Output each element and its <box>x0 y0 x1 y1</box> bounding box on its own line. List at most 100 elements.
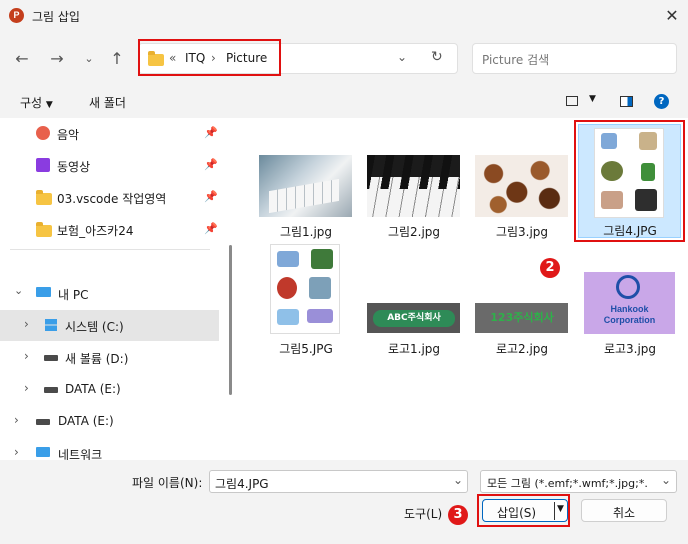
thumbnail-coffee <box>475 155 568 217</box>
logo-text: ABC주식회사 <box>373 310 455 327</box>
clipart-piece <box>601 191 623 209</box>
folder-icon <box>36 190 52 205</box>
sidebar-item-drive-e[interactable]: › DATA (E:) <box>0 374 220 404</box>
file-name: 로고3.jpg <box>603 342 657 356</box>
filetype-value: 모든 그림 (*.emf;*.wmf;*.jpg;*. <box>487 477 648 490</box>
computer-icon <box>36 287 51 297</box>
back-arrow-icon[interactable]: ← <box>11 48 33 70</box>
thumbnail-clipart-collage <box>594 128 664 218</box>
insert-dropdown-icon[interactable]: ▼ <box>557 504 564 514</box>
clipart-piece <box>601 133 617 149</box>
chevron-down-icon[interactable]: ⌄ <box>14 284 23 297</box>
file-name: 그림3.jpg <box>495 225 549 239</box>
filename-input[interactable]: 그림4.JPG ⌄ <box>209 470 468 493</box>
network-icon <box>36 447 50 457</box>
split-divider <box>554 502 555 520</box>
chevron-down-icon[interactable]: ⌄ <box>661 473 672 487</box>
sidebar-item-music[interactable]: 음악 📌 <box>0 118 220 148</box>
clipart-piece <box>635 189 657 211</box>
file-name: 그림1.jpg <box>279 225 333 239</box>
sidebar-item-label: DATA (E:) <box>65 382 121 396</box>
sidebar-item-label: 음악 <box>57 128 80 142</box>
chevron-right-icon[interactable]: › <box>14 445 19 459</box>
cancel-label: 취소 <box>612 506 636 520</box>
chevron-down-icon: ▼ <box>45 100 53 110</box>
forward-arrow-icon[interactable]: → <box>46 48 68 70</box>
clipart-piece <box>277 309 299 325</box>
pin-icon[interactable]: 📌 <box>204 222 218 235</box>
preview-pane-icon[interactable] <box>620 96 633 107</box>
pin-icon[interactable]: 📌 <box>204 126 218 139</box>
cancel-button[interactable]: 취소 <box>581 499 667 522</box>
sidebar-item-label: 새 볼륨 (D:) <box>65 352 129 366</box>
sidebar-item-label: 보험_아즈카24 <box>57 224 134 238</box>
file-item-4[interactable]: 그림4.JPG <box>578 124 681 238</box>
sidebar-scrollbar[interactable] <box>229 245 232 395</box>
windows-drive-icon <box>45 319 57 331</box>
search-input[interactable]: Picture 검색 <box>472 43 677 74</box>
close-icon[interactable]: ✕ <box>660 4 684 28</box>
clipart-piece <box>307 309 333 323</box>
pin-icon[interactable]: 📌 <box>204 158 218 171</box>
up-arrow-icon[interactable]: ↑ <box>106 48 128 70</box>
sidebar-item-data-e[interactable]: › DATA (E:) <box>0 406 220 436</box>
chevron-right-icon[interactable]: › <box>14 413 19 427</box>
drive-icon <box>44 355 58 361</box>
file-name: 그림5.JPG <box>279 342 333 356</box>
clipart-piece <box>639 132 657 150</box>
help-icon[interactable]: ? <box>654 94 669 109</box>
clipart-piece <box>311 249 333 269</box>
address-dropdown-icon[interactable]: ⌄ <box>397 50 407 64</box>
step-badge-3: 3 <box>448 505 468 525</box>
sidebar-item-insurance[interactable]: 보험_아즈카24 📌 <box>0 214 220 244</box>
refresh-icon[interactable]: ↻ <box>431 49 443 65</box>
address-highlight-box <box>138 39 281 76</box>
thumbnail-logo-abc: ABC주식회사 <box>367 303 460 333</box>
piano-black-keys <box>367 155 460 189</box>
file-name: 그림4.JPG <box>603 224 657 238</box>
sidebar-item-label: 03.vscode 작업영역 <box>57 192 167 206</box>
chevron-right-icon[interactable]: › <box>24 317 29 331</box>
chevron-right-icon[interactable]: › <box>24 349 29 363</box>
chevron-right-icon[interactable]: › <box>24 381 29 395</box>
insert-button[interactable]: 삽입(S) ▼ <box>482 499 568 522</box>
keyboard-keys <box>269 178 339 214</box>
clipart-piece <box>277 277 297 299</box>
chevron-down-icon[interactable]: ⌄ <box>453 473 463 487</box>
sidebar-item-label: 동영상 <box>57 160 91 174</box>
filename-value: 그림4.JPG <box>215 477 269 491</box>
organize-button[interactable]: 구성 ▼ <box>20 94 53 111</box>
new-folder-button[interactable]: 새 폴더 <box>89 94 126 111</box>
insert-label: 삽입(S) <box>497 506 537 520</box>
file-name: 로고1.jpg <box>387 342 441 356</box>
tools-button[interactable]: 도구(L) <box>404 505 442 522</box>
recent-chevron-icon[interactable]: ⌄ <box>78 48 100 70</box>
clipart-piece <box>641 163 655 181</box>
sidebar-item-vscode[interactable]: 03.vscode 작업영역 📌 <box>0 182 220 212</box>
video-icon <box>36 158 50 172</box>
divider <box>10 249 210 250</box>
step-badge-2: 2 <box>540 258 560 278</box>
navigation-pane: 음악 📌 동영상 📌 03.vscode 작업영역 📌 보험_아즈카24 📌 ⌄… <box>0 118 237 462</box>
clipart-piece <box>309 277 331 299</box>
view-dropdown-icon[interactable]: ▼ <box>589 94 596 104</box>
thumbnail-logo-123: 123주식회사 <box>475 303 568 333</box>
pin-icon[interactable]: 📌 <box>204 190 218 203</box>
clipart-piece <box>277 251 299 267</box>
view-icon[interactable] <box>566 96 578 106</box>
sidebar-item-video[interactable]: 동영상 📌 <box>0 150 220 180</box>
title-bar <box>0 0 688 32</box>
sidebar-item-this-pc[interactable]: ⌄ 내 PC <box>0 278 220 308</box>
powerpoint-icon: P <box>9 8 24 23</box>
clipart-piece <box>601 161 623 181</box>
sidebar-item-drive-c[interactable]: › 시스템 (C:) <box>0 310 219 341</box>
logo-circle <box>616 275 640 299</box>
thumbnail-piano <box>367 155 460 217</box>
music-icon <box>36 126 50 140</box>
filename-label: 파일 이름(N): <box>132 476 203 490</box>
thumbnail-keyboard <box>259 155 352 217</box>
sidebar-item-drive-d[interactable]: › 새 볼륨 (D:) <box>0 342 220 372</box>
filetype-select[interactable]: 모든 그림 (*.emf;*.wmf;*.jpg;*. ⌄ <box>480 470 677 493</box>
drive-icon <box>36 419 50 425</box>
logo-text: Hankook Corporation <box>603 304 656 325</box>
